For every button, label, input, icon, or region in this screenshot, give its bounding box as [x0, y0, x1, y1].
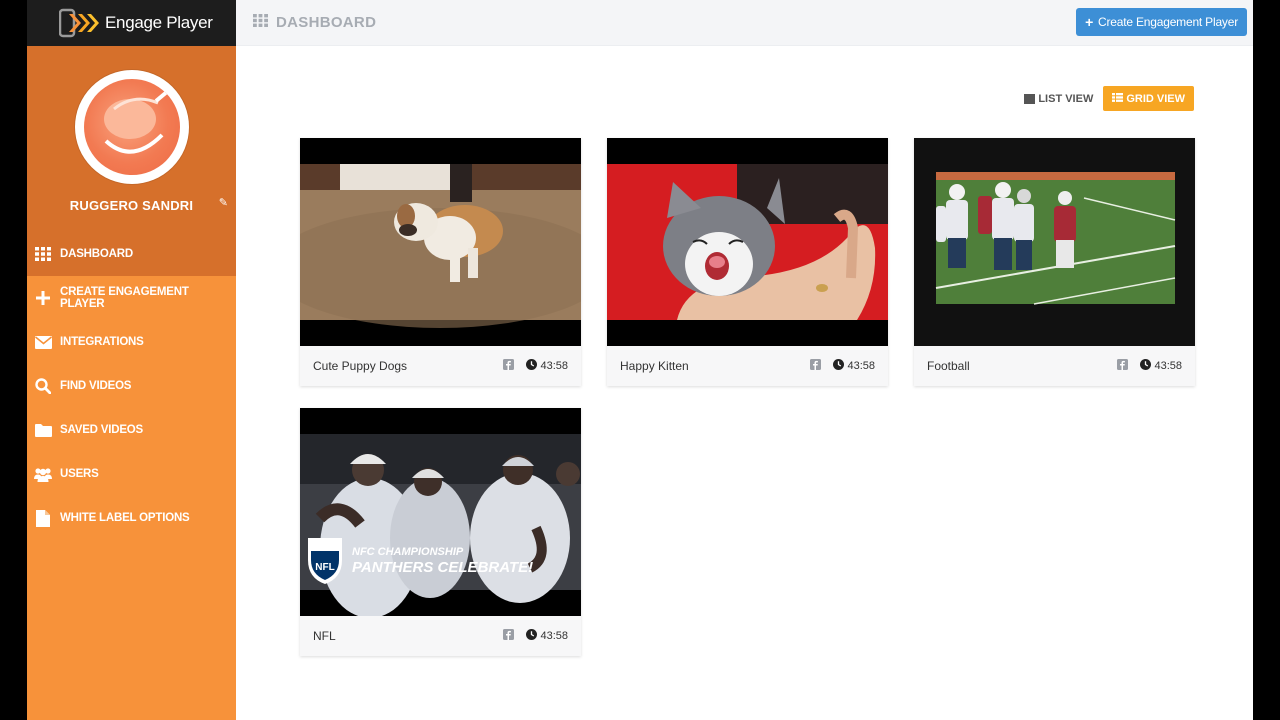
engage-player-logo-icon	[59, 8, 101, 38]
video-duration: 43:58	[540, 630, 568, 642]
sidebar-item-integrations[interactable]: INTEGRATIONS	[27, 320, 236, 364]
video-thumbnail[interactable]	[914, 138, 1195, 346]
sidebar-item-saved-videos[interactable]: SAVED VIDEOS	[27, 408, 236, 452]
view-toggle: LIST VIEW GRID VIEW	[1024, 86, 1194, 111]
folder-icon	[34, 421, 52, 439]
create-engagement-player-button[interactable]: + Create Engagement Player	[1076, 8, 1247, 36]
search-icon	[34, 377, 52, 395]
video-card[interactable]: NFL NFC CHAMPIONSHIP PANTHERS CELEBRATE!…	[300, 408, 581, 656]
grid-icon	[1112, 92, 1124, 105]
grid-view-button[interactable]: GRID VIEW	[1103, 86, 1194, 111]
list-view-button[interactable]: LIST VIEW	[1024, 93, 1093, 105]
nfl-logo-text: NFL	[315, 562, 334, 573]
envelope-icon	[34, 333, 52, 351]
list-icon	[1024, 93, 1036, 104]
video-title: Cute Puppy Dogs	[313, 359, 408, 373]
brand-bar[interactable]: Engage Player	[27, 0, 236, 46]
facebook-icon[interactable]	[1117, 359, 1129, 373]
users-icon	[34, 465, 52, 483]
video-card-footer: Football 43:58	[914, 346, 1195, 386]
video-title: Football	[927, 359, 970, 373]
sidebar-item-label: SAVED VIDEOS	[60, 424, 144, 436]
video-card[interactable]: Football 43:58	[914, 138, 1195, 386]
app-window: Engage Player RUGGERO SANDRI ✎ DASHBOARD…	[27, 0, 1253, 720]
sidebar-item-label: CREATE ENGAGEMENT PLAYER	[60, 286, 189, 310]
video-thumbnail[interactable]	[300, 138, 581, 346]
sidebar-item-label: INTEGRATIONS	[60, 336, 144, 348]
overlay-line-1: NFC CHAMPIONSHIP	[352, 546, 464, 558]
grid-icon	[253, 14, 268, 31]
video-meta: 43:58	[1117, 359, 1182, 373]
user-name: RUGGERO SANDRI	[69, 198, 194, 213]
video-meta: 43:58	[503, 629, 568, 643]
clock-icon	[526, 359, 538, 373]
page-title: DASHBOARD	[253, 14, 376, 31]
video-title: NFL	[313, 629, 336, 643]
video-title: Happy Kitten	[620, 359, 689, 373]
page-title-text: DASHBOARD	[276, 14, 377, 31]
clock-icon	[526, 629, 538, 643]
video-card-footer: Happy Kitten 43:58	[607, 346, 888, 386]
video-card-footer: Cute Puppy Dogs 43:58	[300, 346, 581, 386]
sidebar-item-find-videos[interactable]: FIND VIDEOS	[27, 364, 236, 408]
clock-icon	[833, 359, 845, 373]
video-duration: 43:58	[540, 360, 568, 372]
sidebar-item-label: DASHBOARD	[60, 248, 133, 260]
brand-name: Engage Player	[105, 13, 213, 32]
create-button-label: Create Engagement Player	[1098, 15, 1238, 29]
sidebar-nav: DASHBOARD CREATE ENGAGEMENT PLAYER INTEG…	[27, 232, 236, 540]
video-card[interactable]: Happy Kitten 43:58	[607, 138, 888, 386]
avatar-image	[83, 79, 180, 175]
sidebar: Engage Player RUGGERO SANDRI ✎ DASHBOARD…	[27, 0, 236, 720]
user-profile: RUGGERO SANDRI ✎	[27, 46, 236, 232]
document-icon	[34, 509, 52, 527]
grid-icon	[34, 245, 52, 263]
sidebar-item-users[interactable]: USERS	[27, 452, 236, 496]
plus-icon: +	[1085, 14, 1094, 30]
video-thumbnail[interactable]: NFL NFC CHAMPIONSHIP PANTHERS CELEBRATE!	[300, 408, 581, 616]
video-duration: 43:58	[847, 360, 875, 372]
sidebar-item-label: USERS	[60, 468, 99, 480]
top-bar: DASHBOARD + Create Engagement Player	[236, 0, 1253, 46]
facebook-icon[interactable]	[503, 359, 515, 373]
sidebar-item-white-label-options[interactable]: WHITE LABEL OPTIONS	[27, 496, 236, 540]
pencil-icon[interactable]: ✎	[219, 196, 228, 209]
video-thumbnail[interactable]	[607, 138, 888, 346]
sidebar-item-label: WHITE LABEL OPTIONS	[60, 512, 190, 524]
sidebar-item-create-engagement-player[interactable]: CREATE ENGAGEMENT PLAYER	[27, 276, 236, 320]
video-duration: 43:58	[1154, 360, 1182, 372]
list-view-label: LIST VIEW	[1038, 92, 1094, 105]
video-meta: 43:58	[503, 359, 568, 373]
video-card-footer: NFL 43:58	[300, 616, 581, 656]
plus-icon	[34, 289, 52, 307]
grid-view-label: GRID VIEW	[1126, 92, 1185, 105]
sidebar-item-label: FIND VIDEOS	[60, 380, 132, 392]
facebook-icon[interactable]	[810, 359, 822, 373]
clock-icon	[1140, 359, 1152, 373]
sidebar-item-dashboard[interactable]: DASHBOARD	[27, 232, 236, 276]
avatar[interactable]	[74, 70, 189, 184]
video-meta: 43:58	[810, 359, 875, 373]
facebook-icon[interactable]	[503, 629, 515, 643]
overlay-line-2: PANTHERS CELEBRATE!	[352, 559, 533, 576]
video-card[interactable]: Cute Puppy Dogs 43:58	[300, 138, 581, 386]
